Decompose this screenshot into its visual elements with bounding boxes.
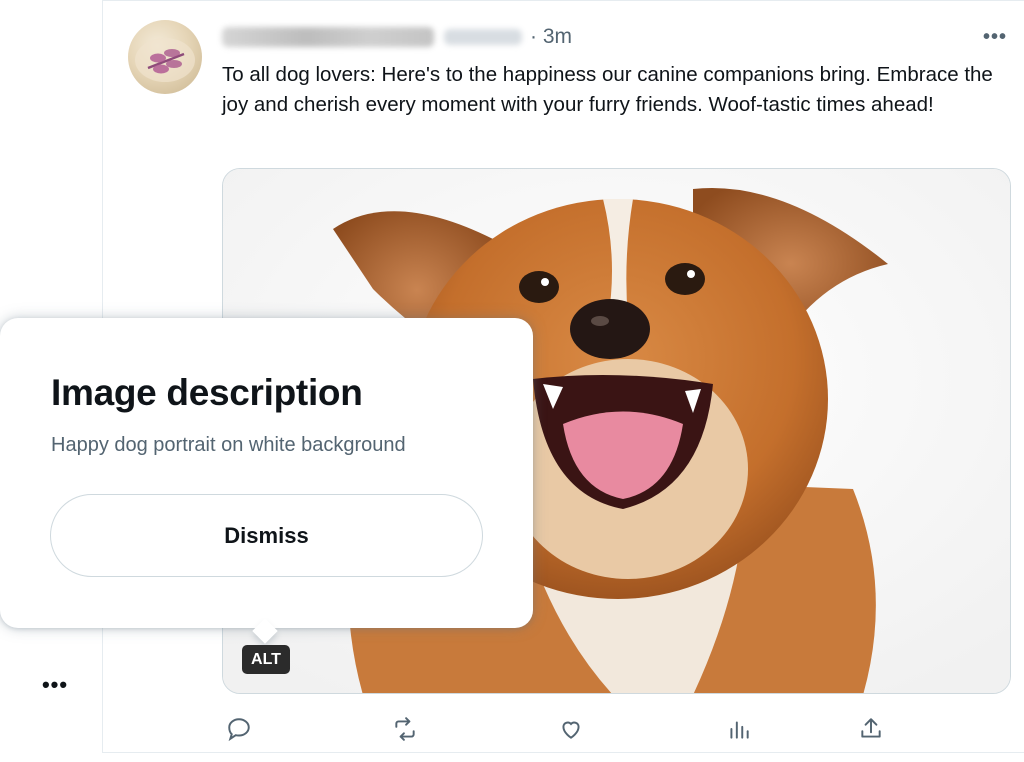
tweet-actions bbox=[222, 712, 902, 746]
tweet-text: To all dog lovers: Here's to the happine… bbox=[222, 63, 993, 116]
share-icon[interactable] bbox=[854, 712, 888, 746]
heart-icon[interactable] bbox=[554, 712, 588, 746]
alt-text-popover bbox=[0, 318, 533, 628]
popover-description: Happy dog portrait on white background bbox=[51, 434, 406, 456]
author-handle-redacted[interactable] bbox=[444, 29, 522, 45]
analytics-icon[interactable] bbox=[722, 712, 756, 746]
avatar[interactable] bbox=[128, 20, 202, 94]
dismiss-button[interactable]: Dismiss bbox=[50, 494, 483, 577]
tweet-timestamp[interactable]: · 3m bbox=[530, 25, 572, 49]
more-horizontal-icon[interactable]: ••• bbox=[40, 670, 70, 700]
reply-icon[interactable] bbox=[222, 712, 256, 746]
retweet-icon[interactable] bbox=[388, 712, 422, 746]
divider bbox=[102, 0, 1024, 1]
alt-badge[interactable]: ALT bbox=[242, 645, 290, 674]
popover-title: Image description bbox=[51, 372, 363, 413]
tweet-header: · 3m bbox=[222, 24, 572, 50]
author-name-redacted[interactable] bbox=[222, 27, 434, 47]
more-horizontal-icon[interactable]: ••• bbox=[980, 24, 1010, 50]
divider bbox=[102, 752, 1024, 753]
